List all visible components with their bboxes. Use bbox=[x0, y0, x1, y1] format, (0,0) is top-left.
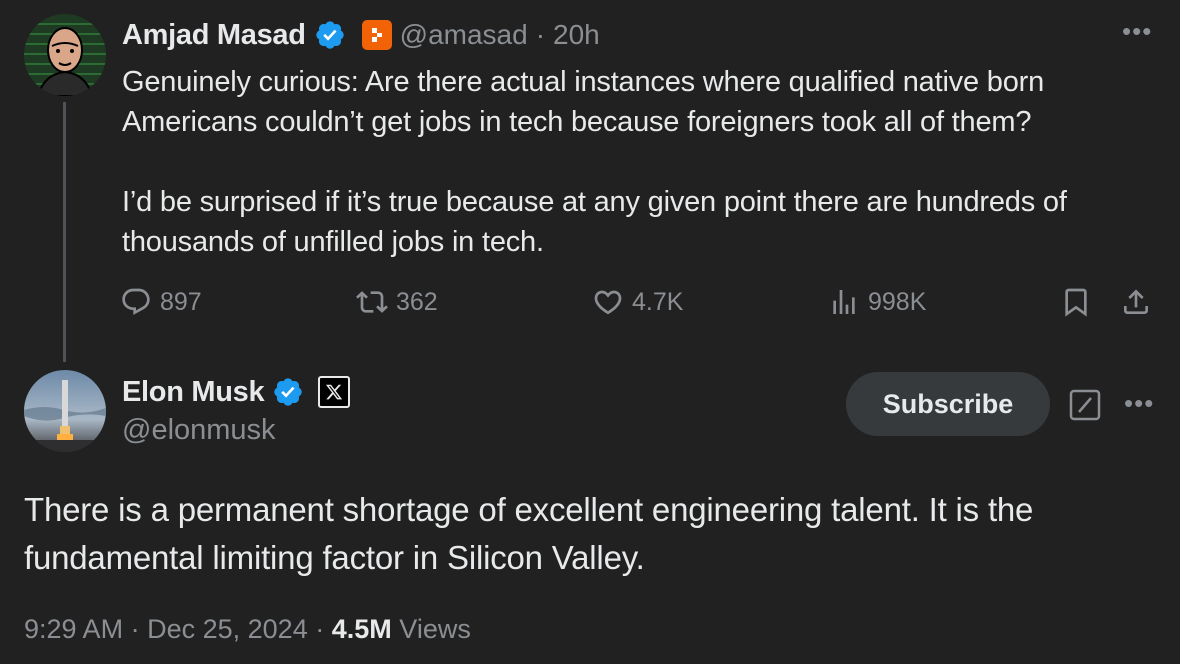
parent-tweet-paragraph: Genuinely curious: Are there actual inst… bbox=[122, 66, 1045, 138]
grok-icon[interactable] bbox=[1068, 388, 1102, 422]
more-options-icon[interactable]: ••• bbox=[1122, 18, 1152, 44]
reply-icon bbox=[122, 288, 150, 315]
main-author-handle[interactable]: @elonmusk bbox=[122, 414, 276, 447]
verified-badge-icon[interactable] bbox=[272, 376, 304, 408]
more-options-icon[interactable]: ••• bbox=[1124, 390, 1154, 416]
subscribe-button[interactable]: Subscribe bbox=[846, 372, 1050, 436]
x-logo-icon[interactable] bbox=[318, 376, 351, 408]
analytics-icon bbox=[833, 290, 855, 314]
tweet-detail-page: Amjad Masad @amasad · 20h ••• Genuinely … bbox=[0, 0, 1180, 664]
share-button[interactable] bbox=[1120, 286, 1152, 318]
parent-tweet-paragraph: I’d be surprised if it’s true because at… bbox=[122, 186, 1067, 258]
heart-icon bbox=[594, 290, 622, 315]
tweet-metadata: 9:29 AM · Dec 25, 2024 · 4.5M Views bbox=[24, 614, 471, 645]
views-button[interactable]: 998K bbox=[828, 286, 926, 318]
views-count: 4.5M bbox=[331, 614, 392, 644]
like-button[interactable]: 4.7K bbox=[592, 286, 683, 318]
replit-logo-icon[interactable] bbox=[361, 20, 392, 50]
main-tweet-header: Elon Musk bbox=[122, 372, 351, 412]
repost-icon bbox=[356, 291, 388, 313]
tweet-time[interactable]: 9:29 AM bbox=[24, 614, 123, 644]
tweet-date[interactable]: Dec 25, 2024 bbox=[147, 614, 308, 644]
main-author-avatar[interactable] bbox=[24, 370, 106, 452]
reply-count: 897 bbox=[160, 287, 202, 316]
bookmark-button[interactable] bbox=[1060, 286, 1092, 318]
share-icon bbox=[1124, 289, 1148, 314]
main-tweet-text: There is a permanent shortage of excelle… bbox=[24, 491, 1034, 576]
parent-tweet-header: Amjad Masad @amasad · 20h bbox=[122, 16, 600, 54]
repost-button[interactable]: 362 bbox=[356, 286, 438, 318]
meta-separator: · bbox=[130, 614, 140, 644]
views-label: Views bbox=[399, 614, 471, 644]
parent-tweet-text: Genuinely curious: Are there actual inst… bbox=[122, 62, 1162, 262]
reply-button[interactable]: 897 bbox=[120, 286, 202, 318]
views-count: 998K bbox=[868, 287, 927, 316]
meta-separator: · bbox=[315, 614, 325, 644]
bookmark-icon bbox=[1065, 288, 1087, 317]
parent-tweet-time[interactable]: 20h bbox=[553, 19, 600, 51]
header-separator: · bbox=[535, 19, 546, 50]
parent-author-handle[interactable]: @amasad bbox=[400, 19, 528, 51]
repost-count: 362 bbox=[396, 287, 438, 316]
verified-badge-icon[interactable] bbox=[314, 19, 346, 51]
main-author-name[interactable]: Elon Musk bbox=[122, 376, 265, 409]
parent-author-name[interactable]: Amjad Masad bbox=[122, 19, 306, 52]
parent-author-avatar[interactable] bbox=[24, 14, 106, 96]
parent-tweet-actions: 897 362 4.7K 998K bbox=[120, 286, 1160, 326]
thread-connector-line bbox=[63, 102, 66, 362]
like-count: 4.7K bbox=[632, 287, 684, 316]
